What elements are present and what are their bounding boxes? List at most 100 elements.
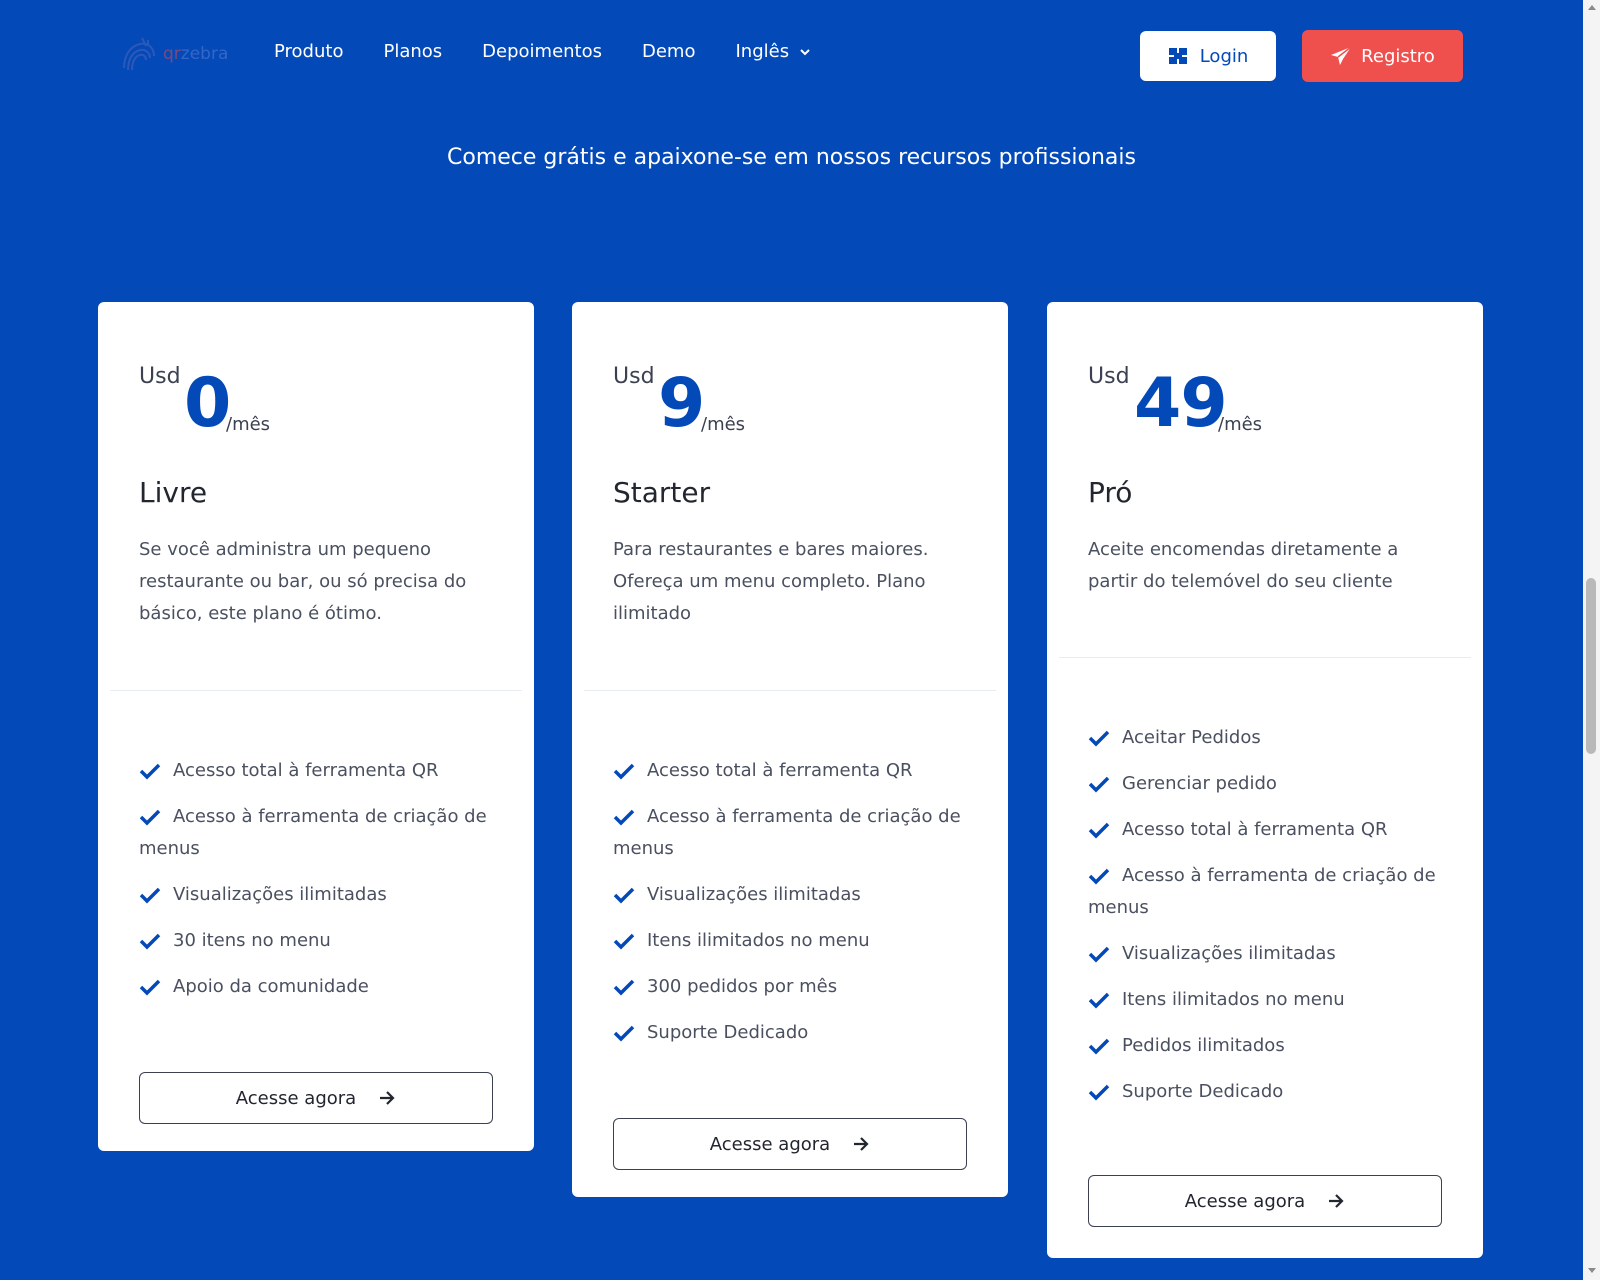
feature-text: Visualizações ilimitadas <box>1122 943 1336 964</box>
feature-item: Visualizações ilimitadas <box>1088 938 1448 970</box>
pricing-page: qrzebra Produto Planos Depoimentos Demo … <box>0 0 1583 1280</box>
plan-description: Aceite encomendas diretamente a partir d… <box>1088 539 1399 592</box>
plan-card-starter: Usd 9 /mês Starter Para restaurantes e b… <box>572 302 1008 1197</box>
access-now-button[interactable]: Acesse agora <box>139 1072 493 1124</box>
check-icon <box>139 887 161 904</box>
login-label: Login <box>1199 45 1249 67</box>
feature-list: Acesso total à ferramenta QR Acesso à fe… <box>613 755 973 1063</box>
price-amount: 0 <box>184 364 231 443</box>
nav-depoimentos[interactable]: Depoimentos <box>482 41 602 62</box>
plan-card-pro: Usd 49 /mês Pró Aceite encomendas direta… <box>1047 302 1483 1258</box>
check-icon <box>613 809 635 826</box>
logo-zebra: zebra <box>180 44 229 64</box>
plan-card-livre: Usd 0 /mês Livre Se você administra um p… <box>98 302 534 1151</box>
plan-description: Para restaurantes e bares maiores. Ofere… <box>613 539 929 624</box>
feature-text: Visualizações ilimitadas <box>173 884 387 905</box>
feature-text: Suporte Dedicado <box>1122 1081 1284 1102</box>
feature-item: Visualizações ilimitadas <box>139 879 499 911</box>
feature-item: Acesso total à ferramenta QR <box>613 755 973 787</box>
arrow-right-icon <box>854 1137 869 1151</box>
feature-text: Apoio da comunidade <box>173 976 369 997</box>
scrollbar-thumb[interactable] <box>1586 578 1596 754</box>
check-icon <box>1088 992 1110 1009</box>
language-dropdown[interactable]: Inglês <box>735 41 811 62</box>
feature-item: Itens ilimitados no menu <box>1088 984 1448 1016</box>
feature-text: Itens ilimitados no menu <box>647 930 870 951</box>
feature-text: Gerenciar pedido <box>1122 773 1277 794</box>
pricing-subtitle: Comece grátis e apaixone-se em nossos re… <box>447 145 1136 170</box>
feature-text: Visualizações ilimitadas <box>647 884 861 905</box>
feature-item: Apoio da comunidade <box>139 971 499 1003</box>
feature-item: Suporte Dedicado <box>1088 1076 1448 1108</box>
zebra-logo-icon <box>123 37 155 71</box>
plan-name: Livre <box>139 476 208 509</box>
register-label: Registro <box>1361 45 1435 67</box>
feature-item: Aceitar Pedidos <box>1088 722 1448 754</box>
cta-label: Acesse agora <box>235 1087 357 1109</box>
access-now-button[interactable]: Acesse agora <box>613 1118 967 1170</box>
price-period: /mês <box>226 414 271 435</box>
nav-planos[interactable]: Planos <box>383 41 442 62</box>
feature-text: Acesso à ferramenta de criação de menus <box>613 806 961 859</box>
cta-label: Acesse agora <box>1184 1190 1306 1212</box>
feature-text: Aceitar Pedidos <box>1122 727 1261 748</box>
price-period: /mês <box>1218 414 1263 435</box>
feature-item: Visualizações ilimitadas <box>613 879 973 911</box>
check-icon <box>613 933 635 950</box>
feature-list: Acesso total à ferramenta QR Acesso à fe… <box>139 755 499 1017</box>
check-icon <box>1088 868 1110 885</box>
feature-item: Gerenciar pedido <box>1088 768 1448 800</box>
logo-text: qrzebra <box>163 44 228 64</box>
check-icon <box>139 809 161 826</box>
check-icon <box>1088 1084 1110 1101</box>
feature-text: Suporte Dedicado <box>647 1022 809 1043</box>
price-currency: Usd <box>1088 364 1130 389</box>
main-nav: Produto Planos Depoimentos Demo Inglês <box>274 41 851 62</box>
feature-item: Acesso à ferramenta de criação de menus <box>613 801 973 865</box>
scroll-down-icon[interactable] <box>1588 1268 1596 1274</box>
login-button[interactable]: Login <box>1140 31 1276 81</box>
feature-item: Itens ilimitados no menu <box>613 925 973 957</box>
card-divider <box>584 690 996 691</box>
arrow-right-icon <box>1329 1194 1344 1208</box>
check-icon <box>613 887 635 904</box>
logo-qr: qr <box>163 44 181 64</box>
feature-item: Pedidos ilimitados <box>1088 1030 1448 1062</box>
price-amount: 49 <box>1134 364 1228 443</box>
check-icon <box>613 979 635 996</box>
feature-text: Acesso total à ferramenta QR <box>1122 819 1388 840</box>
plan-name: Starter <box>613 476 711 509</box>
cta-label: Acesse agora <box>709 1133 831 1155</box>
plan-price: Usd 0 /mês <box>139 364 519 444</box>
card-divider <box>1059 657 1471 658</box>
price-currency: Usd <box>139 364 181 389</box>
feature-item: 300 pedidos por mês <box>613 971 973 1003</box>
feature-item: 30 itens no menu <box>139 925 499 957</box>
feature-item: Acesso total à ferramenta QR <box>139 755 499 787</box>
plan-name: Pró <box>1088 476 1133 509</box>
feature-text: 300 pedidos por mês <box>647 976 838 997</box>
check-icon <box>613 1025 635 1042</box>
feature-text: Pedidos ilimitados <box>1122 1035 1285 1056</box>
check-icon <box>1088 946 1110 963</box>
plan-price: Usd 9 /mês <box>613 364 993 444</box>
check-icon <box>1088 730 1110 747</box>
nav-produto[interactable]: Produto <box>274 41 343 62</box>
feature-text: Acesso à ferramenta de criação de menus <box>1088 865 1436 918</box>
nav-demo[interactable]: Demo <box>642 41 695 62</box>
language-label: Inglês <box>735 41 790 62</box>
check-icon <box>1088 822 1110 839</box>
access-now-button[interactable]: Acesse agora <box>1088 1175 1442 1227</box>
register-button[interactable]: Registro <box>1302 30 1463 82</box>
scroll-up-icon[interactable] <box>1588 4 1596 10</box>
price-period: /mês <box>701 414 746 435</box>
feature-list: Aceitar Pedidos Gerenciar pedido Acesso … <box>1088 722 1448 1122</box>
feature-item: Suporte Dedicado <box>613 1017 973 1049</box>
paper-plane-icon <box>1331 46 1352 65</box>
qrzebra-logo[interactable]: qrzebra <box>118 34 228 74</box>
feature-text: Itens ilimitados no menu <box>1122 989 1345 1010</box>
check-icon <box>139 933 161 950</box>
login-icon <box>1168 48 1187 64</box>
feature-item: Acesso total à ferramenta QR <box>1088 814 1448 846</box>
feature-text: Acesso total à ferramenta QR <box>647 760 913 781</box>
